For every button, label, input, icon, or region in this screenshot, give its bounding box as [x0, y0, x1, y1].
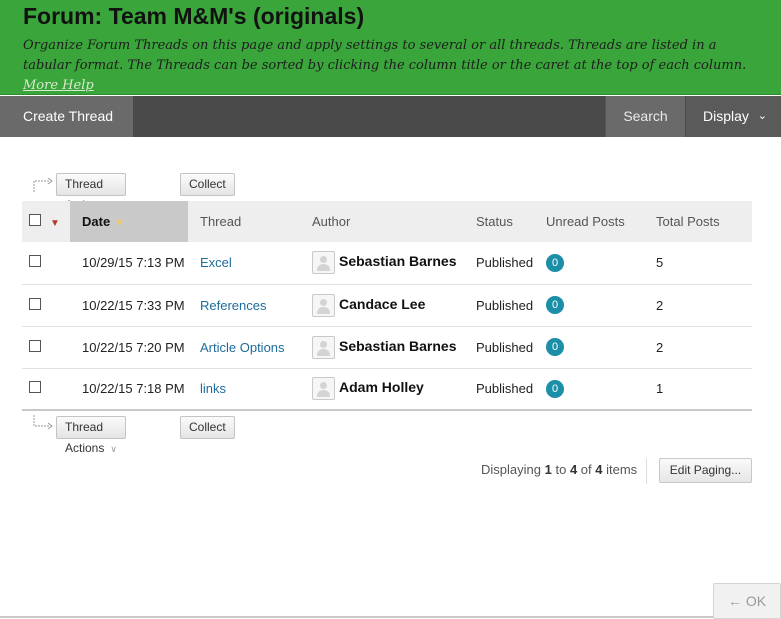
thread-actions-label: Thread Actions — [65, 420, 105, 455]
chevron-down-icon: ⌄ — [757, 110, 767, 122]
date-cell: 10/22/15 7:18 PM — [82, 381, 185, 397]
date-cell: 10/29/15 7:13 PM — [82, 255, 185, 271]
total-posts-cell: 2 — [656, 297, 664, 313]
description-text: Organize Forum Threads on this page and … — [23, 38, 747, 73]
column-header-thread[interactable]: Thread — [188, 201, 312, 242]
select-arrow-icon — [33, 415, 53, 429]
flag-icon: ▼ — [50, 218, 60, 229]
action-bar: Create Thread Search Display ⌄ — [0, 96, 781, 137]
author-name: Sebastian Barnes — [339, 253, 457, 270]
display-label: Display — [703, 108, 749, 124]
status-header-label: Status — [476, 214, 513, 229]
thread-actions-button[interactable]: Thread Actions ∨ — [56, 416, 126, 455]
more-help-link[interactable]: More Help — [23, 78, 94, 93]
edit-paging-button[interactable]: Edit Paging... — [659, 458, 752, 483]
page-title: Forum: Team M&M's (originals) — [23, 3, 365, 29]
page-description: Organize Forum Threads on this page and … — [23, 36, 763, 96]
paging-status: Displaying 1 to 4 of 4 items — [481, 462, 637, 477]
double-chevron-down-icon: ∨ — [110, 444, 117, 454]
table-row: 10/22/15 7:33 PM References Candace Lee … — [22, 284, 752, 326]
back-arrow-icon: ← — [727, 593, 742, 609]
date-cell: 10/22/15 7:33 PM — [82, 297, 185, 313]
unread-count-badge[interactable]: 0 — [546, 338, 564, 356]
unread-count-badge[interactable]: 0 — [546, 296, 564, 314]
status-cell: Published — [476, 297, 534, 313]
avatar-icon — [312, 335, 335, 359]
paging-suffix: items — [606, 462, 638, 477]
table-header-row: ▼ Date ▼ Thread Author Status Unread Post… — [22, 201, 752, 242]
table-row: 10/29/15 7:13 PM Excel Sebastian Barnes … — [22, 242, 752, 284]
select-arrow-icon — [33, 178, 53, 192]
threads-table: ▼ Date ▼ Thread Author Status Unread Post… — [22, 201, 752, 411]
paging-total: 4 — [595, 462, 603, 477]
column-header-author[interactable]: Author — [312, 201, 476, 242]
column-header-date[interactable]: Date ▼ — [70, 201, 188, 242]
create-thread-button[interactable]: Create Thread — [0, 96, 133, 137]
ok-label: OK — [745, 593, 767, 609]
column-header-total-posts[interactable]: Total Posts — [656, 201, 752, 242]
thread-actions-button[interactable]: Thread Actions∨ — [56, 173, 126, 212]
thread-link[interactable]: References — [200, 298, 266, 313]
author-name: Sebastian Barnes — [339, 337, 457, 354]
total-posts-cell: 2 — [656, 339, 664, 355]
table-row: 10/22/15 7:18 PM links Adam Holley Publi… — [22, 368, 752, 410]
column-header-status[interactable]: Status — [476, 201, 546, 242]
paging-of-word: of — [580, 462, 592, 477]
paging-to-word: to — [555, 462, 567, 477]
collect-button[interactable]: Collect — [180, 173, 235, 196]
row-checkbox[interactable] — [29, 255, 41, 268]
thread-link[interactable]: links — [200, 381, 226, 396]
thread-header-label: Thread — [200, 214, 242, 229]
column-header-unread-posts[interactable]: Unread Posts — [546, 201, 656, 242]
table-row: 10/22/15 7:20 PM Article Options Sebasti… — [22, 326, 752, 368]
unread-count-badge[interactable]: 0 — [546, 379, 564, 398]
total-posts-cell: 1 — [656, 381, 664, 397]
collect-button[interactable]: Collect — [180, 416, 235, 439]
avatar-icon — [312, 377, 335, 401]
status-cell: Published — [476, 381, 534, 397]
row-checkbox[interactable] — [29, 339, 41, 352]
author-header-label: Author — [312, 214, 351, 229]
unread-count-badge[interactable]: 0 — [546, 253, 564, 272]
flag-header[interactable]: ▼ — [50, 201, 70, 242]
date-cell: 10/22/15 7:20 PM — [82, 339, 185, 355]
paging-to: 4 — [569, 462, 578, 477]
page-header: Forum: Team M&M's (originals) Organize F… — [0, 0, 781, 95]
status-cell: Published — [476, 339, 534, 355]
row-checkbox[interactable] — [29, 297, 41, 310]
avatar-icon — [312, 293, 335, 317]
sort-caret-icon[interactable]: ▼ — [114, 217, 125, 229]
author-name: Adam Holley — [339, 379, 424, 396]
row-checkbox[interactable] — [29, 381, 41, 394]
display-menu-button[interactable]: Display ⌄ — [686, 96, 781, 137]
paging-divider — [646, 458, 647, 484]
author-name: Candace Lee — [339, 295, 426, 312]
unread-header-label: Unread Posts — [546, 214, 625, 229]
thread-link[interactable]: Excel — [200, 255, 232, 270]
date-header-label: Date — [82, 214, 111, 229]
select-all-cell — [22, 201, 50, 242]
paging-from: 1 — [544, 462, 552, 477]
total-posts-cell: 5 — [656, 255, 664, 271]
bottom-divider — [0, 616, 781, 618]
avatar-icon — [312, 251, 335, 275]
status-cell: Published — [476, 255, 534, 271]
search-button[interactable]: Search — [605, 96, 685, 137]
total-header-label: Total Posts — [656, 214, 720, 229]
ok-button[interactable]: ← OK — [713, 583, 781, 619]
thread-link[interactable]: Article Options — [200, 340, 285, 355]
paging-prefix: Displaying — [481, 462, 541, 477]
select-all-checkbox[interactable] — [29, 214, 41, 226]
